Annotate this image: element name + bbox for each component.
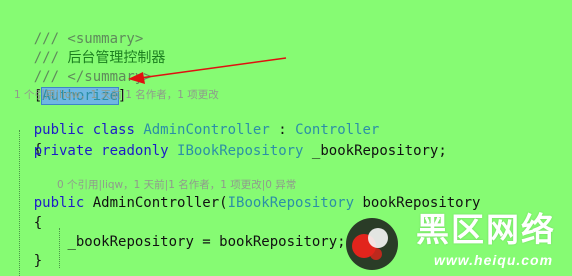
- keyword-class: class: [92, 122, 135, 138]
- code-line-class-decl: public class AdminController : Controlle…: [0, 103, 380, 138]
- param-type[interactable]: IBookRepository: [228, 195, 354, 211]
- code-line-summary-text: /// 后台管理控制器: [0, 31, 166, 66]
- watermark-logo-icon: [346, 218, 398, 270]
- watermark-title: 黑区网络: [416, 210, 556, 249]
- keyword-public-ctor: public: [33, 195, 85, 211]
- code-line-ctor-brace-open: {: [0, 214, 42, 232]
- code-line-class-brace-open: {: [0, 123, 42, 158]
- codelens-class[interactable]: 1 个引用|liqw，1 天前|1 名作者，1 项更改: [14, 88, 219, 102]
- code-editor[interactable]: /// <summary> /// 后台管理控制器 /// </summary>…: [0, 0, 572, 276]
- class-name[interactable]: AdminController: [143, 122, 269, 138]
- code-line-ctor-brace-close: }: [0, 252, 42, 270]
- ctor-brace-close: }: [33, 253, 43, 269]
- constructor-name[interactable]: AdminController(: [93, 195, 228, 211]
- codelens-constructor[interactable]: 0 个引用|liqw，1 天前|1 名作者，1 项更改|0 异常: [57, 178, 296, 192]
- code-line-summary-open: /// <summary>: [0, 12, 144, 47]
- watermark: 黑区网络 www.heiqu.com: [338, 210, 572, 276]
- code-line-attribute: [Authorize]: [0, 69, 126, 105]
- base-class-name[interactable]: Controller: [295, 122, 379, 138]
- watermark-url: www.heiqu.com: [434, 252, 554, 268]
- colon: :: [278, 122, 287, 138]
- keyword-private: private: [33, 143, 93, 159]
- ctor-brace-open: {: [33, 215, 43, 231]
- assignment-statement[interactable]: _bookRepository = bookRepository;: [67, 234, 345, 250]
- field-type[interactable]: IBookRepository: [177, 143, 303, 159]
- field-name[interactable]: _bookRepository;: [312, 143, 447, 159]
- code-line-assignment: _bookRepository = bookRepository;: [0, 233, 345, 251]
- param-name[interactable]: bookRepository: [362, 195, 480, 211]
- code-line-summary-close: /// </summary>: [0, 50, 152, 85]
- keyword-readonly: readonly: [101, 143, 169, 159]
- code-line-field: private readonly IBookRepository _bookRe…: [0, 142, 447, 160]
